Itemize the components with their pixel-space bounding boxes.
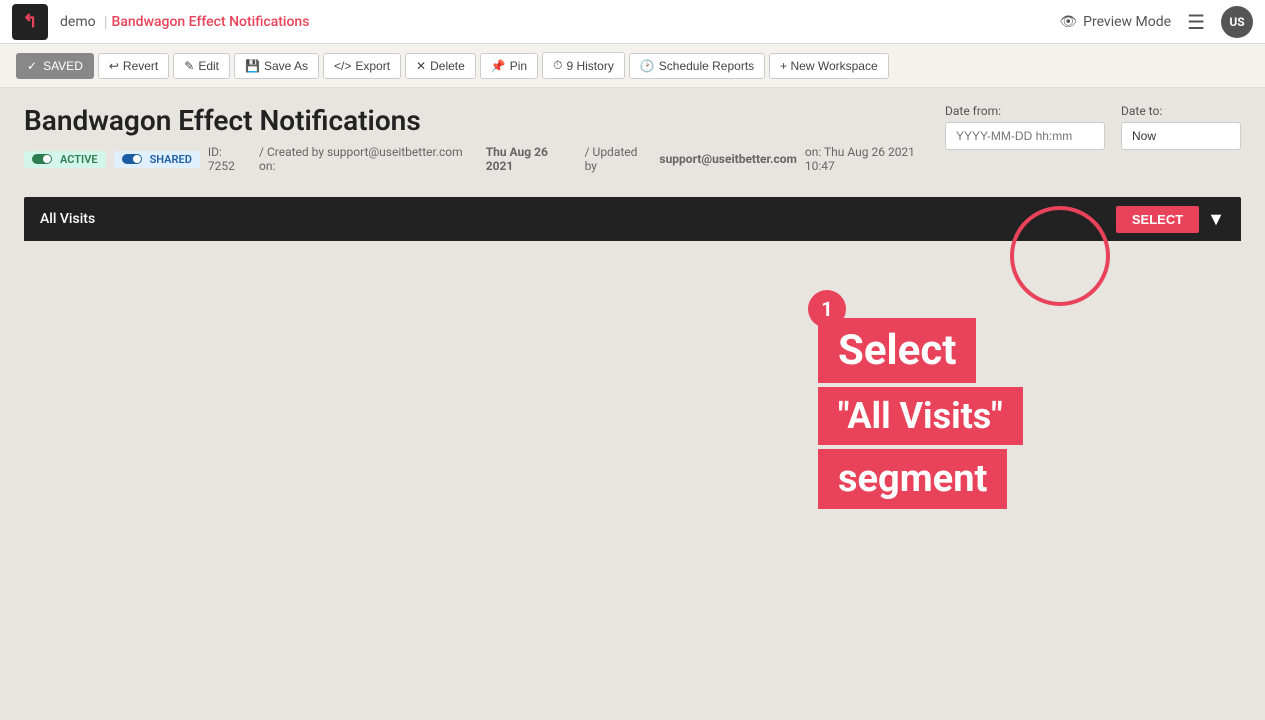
check-icon: ✓ bbox=[27, 59, 37, 73]
report-id: ID: 7252 bbox=[208, 145, 251, 173]
updated-text: / Updated by bbox=[585, 145, 652, 173]
created-text: / Created by support@useitbetter.com on: bbox=[259, 145, 478, 173]
segment-arrow-icon[interactable]: ▼ bbox=[1207, 209, 1225, 230]
saved-button[interactable]: ✓ SAVED bbox=[16, 53, 94, 79]
date-to-label: Date to: bbox=[1121, 104, 1241, 118]
meta-row: ACTIVE SHARED ID: 7252 / Created by supp… bbox=[24, 145, 945, 173]
history-icon: ⏱ bbox=[553, 58, 562, 73]
nav-right-section: 👁 Preview Mode ☰ US bbox=[1059, 6, 1253, 38]
segment-name: All Visits bbox=[40, 211, 95, 227]
updated-on: on: Thu Aug 26 2021 10:47 bbox=[805, 145, 945, 173]
main-content: Bandwagon Effect Notifications ACTIVE SH… bbox=[0, 88, 1265, 257]
step-annotation: 1 Select "All Visits" segment bbox=[808, 290, 1023, 509]
nav-demo-link[interactable]: demo bbox=[60, 14, 96, 30]
updated-by: support@useitbetter.com bbox=[659, 152, 796, 166]
step-text: Select "All Visits" segment bbox=[818, 318, 1023, 509]
schedule-reports-button[interactable]: 🕑 Schedule Reports bbox=[629, 53, 765, 79]
save-as-button[interactable]: 💾 Save As bbox=[234, 53, 319, 79]
select-button[interactable]: SELECT bbox=[1116, 206, 1199, 233]
date-from-label: Date from: bbox=[945, 104, 1105, 118]
history-button[interactable]: ⏱ 9 History bbox=[542, 52, 625, 79]
report-title: Bandwagon Effect Notifications bbox=[24, 104, 945, 137]
active-badge: ACTIVE bbox=[24, 151, 106, 168]
save-as-icon: 💾 bbox=[245, 59, 260, 73]
export-icon: </> bbox=[334, 59, 351, 73]
preview-mode-toggle[interactable]: 👁 Preview Mode bbox=[1059, 14, 1171, 30]
toolbar: ✓ SAVED ↩ Revert ✎ Edit 💾 Save As </> Ex… bbox=[0, 44, 1265, 88]
logo-icon: ↰ bbox=[22, 11, 37, 32]
edit-button[interactable]: ✎ Edit bbox=[173, 53, 230, 79]
shared-badge: SHARED bbox=[114, 151, 200, 168]
logo[interactable]: ↰ bbox=[12, 4, 48, 40]
revert-icon: ↩ bbox=[109, 59, 119, 73]
top-navigation: ↰ demo | Bandwagon Effect Notifications … bbox=[0, 0, 1265, 44]
step-number: 1 bbox=[808, 290, 846, 328]
segment-controls: SELECT ▼ bbox=[1116, 206, 1225, 233]
created-date: Thu Aug 26 2021 bbox=[486, 145, 577, 173]
pin-button[interactable]: 📌 Pin bbox=[480, 53, 538, 79]
date-from-input[interactable] bbox=[945, 122, 1105, 150]
delete-icon: ✕ bbox=[416, 59, 426, 73]
annotation-line1: Select bbox=[818, 318, 976, 383]
preview-mode-label: Preview Mode bbox=[1083, 14, 1171, 30]
pin-icon: 📌 bbox=[491, 59, 506, 73]
user-avatar[interactable]: US bbox=[1221, 6, 1253, 38]
date-to-field: Date to: bbox=[1121, 104, 1241, 150]
date-range-section: Date from: Date to: bbox=[945, 104, 1241, 150]
date-to-input[interactable] bbox=[1121, 122, 1241, 150]
new-workspace-button[interactable]: + New Workspace bbox=[769, 53, 888, 79]
nav-separator: | bbox=[104, 12, 108, 31]
annotation-line3: segment bbox=[818, 449, 1007, 509]
report-info: Bandwagon Effect Notifications ACTIVE SH… bbox=[24, 104, 945, 189]
segment-bar: All Visits SELECT ▼ bbox=[24, 197, 1241, 241]
eye-icon: 👁 bbox=[1059, 14, 1077, 30]
edit-icon: ✎ bbox=[184, 59, 194, 73]
hamburger-menu-icon[interactable]: ☰ bbox=[1187, 10, 1205, 34]
revert-button[interactable]: ↩ Revert bbox=[98, 53, 169, 79]
export-button[interactable]: </> Export bbox=[323, 53, 401, 79]
delete-button[interactable]: ✕ Delete bbox=[405, 53, 476, 79]
content-header: Bandwagon Effect Notifications ACTIVE SH… bbox=[24, 104, 1241, 189]
date-from-field: Date from: bbox=[945, 104, 1105, 150]
nav-report-title: Bandwagon Effect Notifications bbox=[112, 14, 310, 30]
annotation-line2: "All Visits" bbox=[818, 387, 1023, 445]
schedule-icon: 🕑 bbox=[640, 59, 655, 73]
